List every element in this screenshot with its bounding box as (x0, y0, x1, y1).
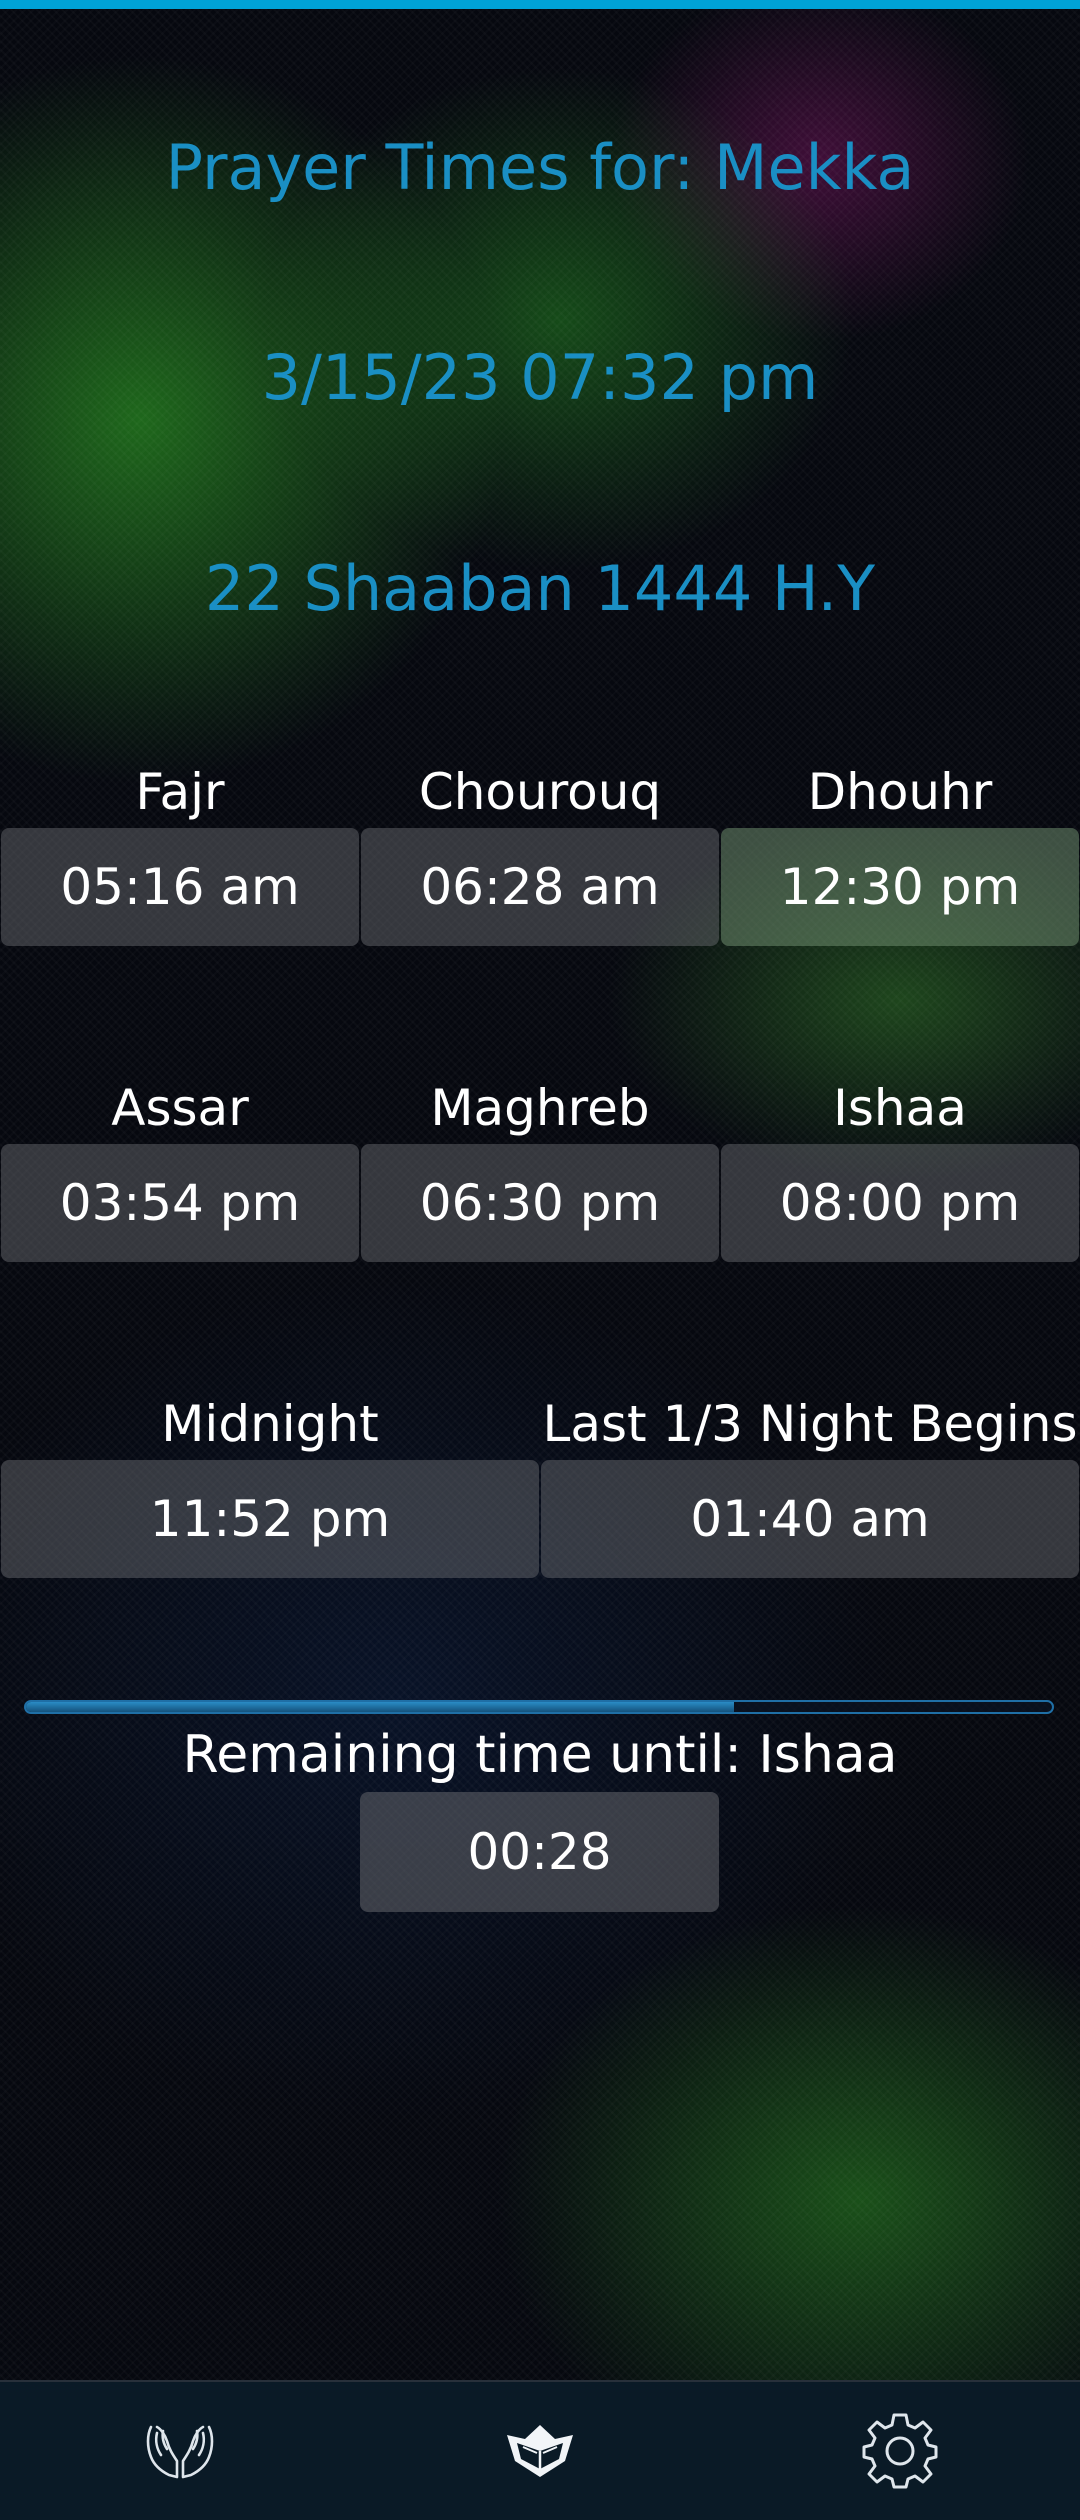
prayer-label: Fajr (135, 763, 225, 821)
prayer-dhouhr: Dhouhr 12:30 pm (720, 762, 1080, 946)
prayer-time[interactable]: 03:54 pm (1, 1144, 359, 1262)
prayer-label: Last 1/3 Night Begins (542, 1395, 1078, 1453)
prayer-label: Dhouhr (807, 763, 993, 821)
prayer-time[interactable]: 11:52 pm (1, 1460, 539, 1578)
prayer-label: Chourouq (418, 763, 662, 821)
nav-quran-button[interactable] (440, 2382, 640, 2520)
top-accent-bar (0, 0, 1080, 9)
prayer-label: Assar (111, 1079, 249, 1137)
prayer-row-2: Assar 03:54 pm Maghreb 06:30 pm Ishaa 08… (0, 1078, 1080, 1262)
prayer-time[interactable]: 12:30 pm (721, 828, 1079, 946)
prayer-time[interactable]: 05:16 am (1, 828, 359, 946)
prayer-label: Ishaa (833, 1079, 967, 1137)
remaining-time-value: 00:28 (360, 1792, 719, 1912)
current-datetime: 3/15/23 07:32 pm (261, 341, 819, 414)
quran-book-icon (503, 2421, 577, 2481)
prayer-time[interactable]: 08:00 pm (721, 1144, 1079, 1262)
prayer-time[interactable]: 06:28 am (361, 828, 719, 946)
progress-fill (26, 1702, 734, 1712)
nav-settings-button[interactable] (800, 2382, 1000, 2520)
prayer-label: Maghreb (430, 1079, 650, 1137)
remaining-time-label: Remaining time until: Ishaa (182, 1725, 898, 1785)
prayer-ishaa: Ishaa 08:00 pm (720, 1078, 1080, 1262)
prayer-last-third-night: Last 1/3 Night Begins 01:40 am (540, 1394, 1080, 1578)
praying-hands-icon (143, 2421, 217, 2481)
prayer-row-3: Midnight 11:52 pm Last 1/3 Night Begins … (0, 1394, 1080, 1578)
prayer-row-1: Fajr 05:16 am Chourouq 06:28 am Dhouhr 1… (0, 762, 1080, 946)
prayer-midnight: Midnight 11:52 pm (0, 1394, 540, 1578)
remaining-progress-bar (24, 1700, 1054, 1714)
nav-prayer-button[interactable] (80, 2382, 280, 2520)
gear-icon (860, 2411, 940, 2491)
prayer-assar: Assar 03:54 pm (0, 1078, 360, 1262)
prayer-fajr: Fajr 05:16 am (0, 762, 360, 946)
bottom-navigation (0, 2380, 1080, 2520)
page-title: Prayer Times for: Mekka (165, 131, 915, 204)
prayer-chourouq: Chourouq 06:28 am (360, 762, 720, 946)
prayer-time[interactable]: 01:40 am (541, 1460, 1079, 1578)
hijri-date: 22 Shaaban 1444 H.Y (204, 552, 876, 625)
prayer-time[interactable]: 06:30 pm (361, 1144, 719, 1262)
prayer-label: Midnight (161, 1395, 379, 1453)
prayer-maghreb: Maghreb 06:30 pm (360, 1078, 720, 1262)
